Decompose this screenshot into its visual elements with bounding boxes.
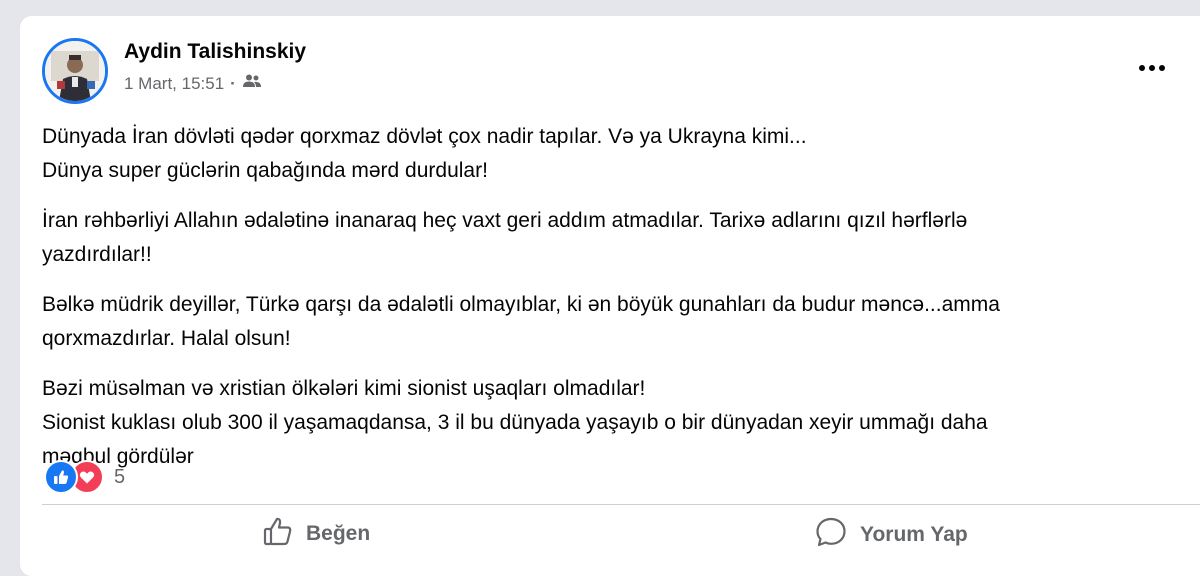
post-line: yazdırdılar!!: [42, 243, 152, 266]
more-options-icon[interactable]: [1132, 56, 1172, 80]
post-line: qorxmazdırlar. Halal olsun!: [42, 327, 291, 350]
post-timestamp[interactable]: 1 Mart, 15:51: [124, 74, 224, 94]
post-line: Dünyada İran dövləti qədər qorxmaz dövlə…: [42, 125, 807, 148]
post-line: Sionist kuklası olub 300 il yaşamaqdansa…: [42, 411, 988, 434]
post-card: Aydin Talishinskiy 1 Mart, 15:51 · Dünya…: [20, 16, 1200, 576]
post-paragraph: İran rəhbərliyi Allahın ədalətinə inanar…: [42, 204, 1142, 272]
comment-icon: [814, 515, 848, 555]
action-bar: Beğen Yorum Yap: [42, 504, 1200, 565]
post-line: Bəlkə müdrik deyillər, Türkə qarşı da əd…: [42, 293, 1000, 316]
like-label: Beğen: [306, 522, 371, 545]
comment-button[interactable]: Yorum Yap: [814, 515, 968, 555]
post-line: Dünya super güclərin qabağında mərd durd…: [42, 159, 488, 182]
like-icon: [44, 460, 78, 494]
post-paragraph: Bəzi müsəlman və xristian ölkələri kimi …: [42, 372, 1142, 474]
post-body: Dünyada İran dövləti qədər qorxmaz dövlə…: [42, 120, 1142, 490]
thumbs-up-icon: [262, 515, 294, 553]
author-name[interactable]: Aydin Talishinskiy: [124, 40, 306, 64]
reaction-count[interactable]: 5: [114, 466, 125, 489]
post-paragraph: Dünyada İran dövləti qədər qorxmaz dövlə…: [42, 120, 1142, 188]
post-line: İran rəhbərliyi Allahın ədalətinə inanar…: [42, 209, 968, 232]
post-meta: 1 Mart, 15:51 ·: [124, 73, 262, 94]
meta-separator: ·: [230, 73, 236, 93]
like-button[interactable]: Beğen: [262, 515, 370, 553]
reactions-summary[interactable]: 5: [44, 460, 125, 494]
post-paragraph: Bəlkə müdrik deyillər, Türkə qarşı da əd…: [42, 288, 1142, 356]
post-line: Bəzi müsəlman və xristian ölkələri kimi …: [42, 377, 646, 400]
avatar[interactable]: [42, 38, 108, 104]
post-line: məqbul gördülər: [42, 445, 194, 468]
friends-icon[interactable]: [242, 73, 262, 94]
comment-label: Yorum Yap: [860, 523, 968, 546]
